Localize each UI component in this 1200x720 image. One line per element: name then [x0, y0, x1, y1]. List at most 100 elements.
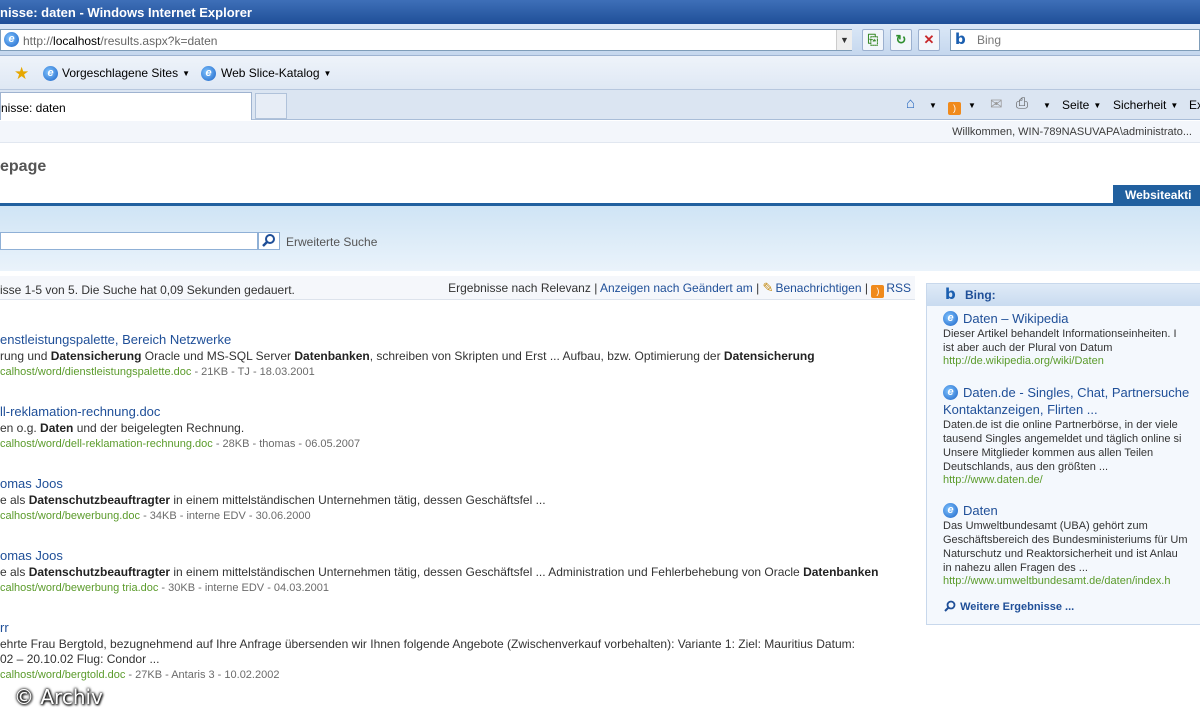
- chevron-down-icon[interactable]: ▼: [929, 101, 937, 110]
- sharepoint-search-input[interactable]: [0, 232, 258, 250]
- result-url[interactable]: calhost/word/bewerbung.doc: [0, 510, 140, 522]
- result-url-line: calhost/word/bewerbung tria.doc - 30KB -…: [0, 582, 915, 594]
- bing-result-url[interactable]: http://de.wikipedia.org/wiki/Daten: [943, 355, 1200, 367]
- result-url-line: calhost/word/dell-reklamation-rechnung.d…: [0, 438, 915, 450]
- advanced-search-link[interactable]: Erweiterte Suche: [286, 235, 377, 249]
- more-results-link[interactable]: Weitere Ergebnisse ...: [943, 600, 1074, 613]
- address-bar-row: e http://localhost/results.aspx?k=daten …: [0, 24, 1200, 56]
- favorite-suggested-sites[interactable]: Vorgeschlagene Sites ▼: [62, 66, 190, 80]
- chevron-down-icon: ▼: [1170, 101, 1179, 110]
- new-tab-button[interactable]: [255, 93, 287, 119]
- bing-result-desc: Unsere Mitglieder kommen aus allen Teile…: [943, 447, 1154, 459]
- result-url[interactable]: calhost/word/bergtold.doc: [0, 669, 125, 681]
- address-input[interactable]: e http://localhost/results.aspx?k=daten: [0, 29, 852, 51]
- bing-result-desc: Dieser Artikel behandelt Informationsein…: [943, 328, 1177, 340]
- rss-link[interactable]: RSS: [886, 281, 911, 295]
- tab-results[interactable]: nisse: daten: [0, 92, 252, 120]
- alerts-link[interactable]: Benachrichtigen: [775, 281, 861, 295]
- snippet-text: Oracle und MS-SQL Server: [141, 349, 295, 363]
- snippet-text: , schreiben von Skripten und Erst ... Au…: [369, 349, 724, 363]
- bing-result-desc: Geschäftsbereich des Bundesministeriums …: [943, 534, 1188, 546]
- page-menu-label: Seite: [1062, 98, 1090, 112]
- extras-menu[interactable]: Ex: [1189, 98, 1200, 112]
- snippet-text: und der beigelegten Rechnung.: [73, 421, 245, 435]
- result-url-line: calhost/word/bergtold.doc - 27KB - Antar…: [0, 669, 915, 681]
- welcome-menu[interactable]: Willkommen, WIN-789NASUVAPA\administrato…: [0, 121, 1200, 143]
- mail-icon[interactable]: ✉: [990, 95, 1003, 113]
- search-input[interactable]: b Bing: [950, 29, 1200, 51]
- result-url-line: calhost/word/bewerbung.doc - 34KB - inte…: [0, 510, 915, 522]
- bing-result-desc: Daten.de ist die online Partnerbörse, in…: [943, 419, 1178, 431]
- result-item: enstleistungspalette, Bereich Netzwerke …: [0, 332, 915, 378]
- window-title: nisse: daten - Windows Internet Explorer: [0, 5, 252, 20]
- snippet-highlight: Datenschutzbeauftragter: [28, 493, 171, 507]
- suggested-sites-icon: e: [43, 66, 58, 81]
- bing-result-title[interactable]: e Daten: [943, 502, 1200, 519]
- result-title[interactable]: omas Joos: [0, 476, 915, 493]
- site-title[interactable]: epage: [0, 158, 46, 176]
- ie-page-icon: e: [943, 311, 958, 326]
- snippet-text: e als: [0, 565, 29, 579]
- result-url[interactable]: calhost/word/dienstleistungspalette.doc: [0, 366, 191, 378]
- bing-results-panel: b Bing: e Daten – Wikipedia Dieser Artike…: [926, 283, 1200, 625]
- bing-result-url[interactable]: http://www.daten.de/: [943, 474, 1200, 486]
- print-icon[interactable]: ⎙: [1016, 95, 1028, 112]
- home-icon[interactable]: ⌂: [906, 95, 915, 112]
- bing-result-url[interactable]: http://www.umweltbundesamt.de/daten/inde…: [943, 575, 1200, 587]
- chevron-down-icon[interactable]: ▼: [1043, 101, 1051, 110]
- result-url[interactable]: calhost/word/dell-reklamation-rechnung.d…: [0, 438, 213, 450]
- stop-icon[interactable]: ✕: [918, 29, 940, 51]
- bing-logo-icon: b: [955, 30, 966, 48]
- address-prefix: http://: [23, 34, 54, 48]
- result-title[interactable]: rr: [0, 620, 915, 637]
- favorite-web-slice[interactable]: Web Slice-Katalog ▼: [221, 66, 331, 80]
- result-title[interactable]: ll-reklamation-rechnung.doc: [0, 404, 915, 421]
- favorite-label: Web Slice-Katalog: [221, 66, 320, 80]
- bing-result-title[interactable]: e Daten.de - Singles, Chat, Partnersuche: [943, 384, 1200, 401]
- snippet-highlight: Datenbanken: [803, 565, 879, 579]
- bing-heading: Bing:: [965, 288, 996, 302]
- tab-label: nisse: daten: [1, 101, 66, 115]
- feeds-icon[interactable]: ): [948, 96, 963, 115]
- result-item: omas Joos e als Datenschutzbeauftragter …: [0, 548, 915, 594]
- sort-modified-link[interactable]: Anzeigen nach Geändert am: [600, 281, 753, 295]
- bing-title-text: Daten: [963, 503, 998, 518]
- chevron-down-icon[interactable]: ▼: [968, 101, 976, 110]
- bing-title-text: Daten – Wikipedia: [963, 311, 1069, 326]
- bing-result-desc: in nahezu allen Fragen des ...: [943, 562, 1088, 574]
- ie-page-icon: e: [4, 32, 19, 47]
- bing-result-desc: ist aber auch der Plural von Datum: [943, 342, 1113, 354]
- bing-result-desc: Das Umweltbundesamt (UBA) gehört zum: [943, 520, 1148, 532]
- address-host: localhost: [53, 34, 101, 48]
- result-title[interactable]: enstleistungspalette, Bereich Netzwerke: [0, 332, 915, 349]
- address-dropdown-button[interactable]: ▼: [836, 30, 852, 50]
- result-meta: - 28KB - thomas - 06.05.2007: [212, 438, 361, 450]
- result-url[interactable]: calhost/word/bewerbung tria.doc: [0, 582, 158, 594]
- bing-result-title-cont[interactable]: Kontaktanzeigen, Flirten ...: [943, 401, 1200, 418]
- compatibility-view-button[interactable]: ⎘: [862, 29, 884, 51]
- rss-glyph: ): [948, 102, 961, 115]
- favorites-bar: ★ e Vorgeschlagene Sites ▼ e Web Slice-Ka…: [0, 56, 1200, 90]
- favorite-label: Vorgeschlagene Sites: [62, 66, 179, 80]
- snippet-highlight: Datensicherung: [50, 349, 142, 363]
- welcome-text: Willkommen, WIN-789NASUVAPA\administrato…: [952, 126, 1192, 138]
- favorites-star-icon[interactable]: ★: [14, 64, 29, 84]
- page-menu[interactable]: Seite ▼: [1062, 98, 1101, 112]
- search-button[interactable]: [258, 232, 280, 250]
- snippet-text: e als: [0, 493, 29, 507]
- result-title[interactable]: omas Joos: [0, 548, 915, 565]
- result-item: omas Joos e als Datenschutzbeauftragter …: [0, 476, 915, 522]
- result-meta: - 21KB - TJ - 18.03.2001: [191, 366, 315, 378]
- chevron-down-icon: ▼: [323, 69, 332, 78]
- tab-row: nisse: daten ⌂ ▼ ) ▼ ✉ ⎙ ▼ Seite ▼ Sicher…: [0, 90, 1200, 120]
- bing-result-title[interactable]: e Daten – Wikipedia: [943, 310, 1200, 327]
- site-actions-button[interactable]: Websiteakti: [1113, 185, 1200, 204]
- bing-logo-icon: b: [945, 285, 956, 303]
- security-menu[interactable]: Sicherheit ▼: [1113, 98, 1178, 112]
- bing-result-item: e Daten Das Umweltbundesamt (UBA) gehört …: [943, 502, 1200, 587]
- address-path: /results.aspx?k=daten: [100, 34, 218, 48]
- snippet-text: en o.g.: [0, 421, 41, 435]
- snippet-text: in einem mittelständischen Unternehmen t…: [170, 493, 546, 507]
- refresh-icon[interactable]: ↻: [890, 29, 912, 51]
- security-menu-label: Sicherheit: [1113, 98, 1167, 112]
